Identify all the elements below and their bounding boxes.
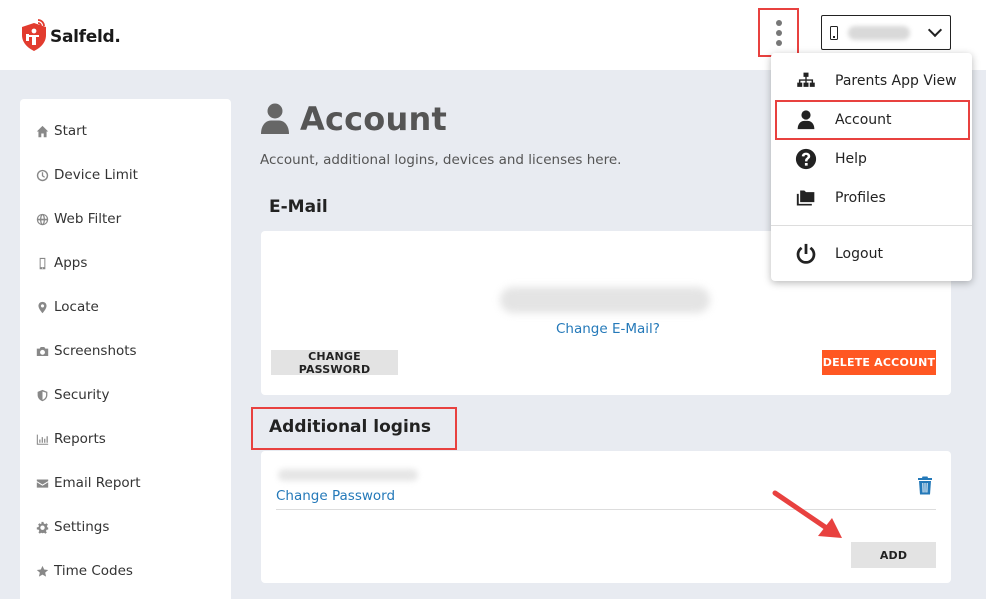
sidebar-item-settings[interactable]: Settings [35,517,109,537]
sidebar-item-label: Screenshots [54,343,137,359]
trash-icon[interactable] [917,476,933,495]
user-icon [261,103,289,134]
folders-icon [794,186,818,210]
kebab-dot-icon [775,39,782,46]
salfeld-logo[interactable]: Salfeld. [20,18,121,52]
sidebar-item-label: Web Filter [54,211,122,227]
sidebar-item-label: Email Report [54,475,141,491]
globe-icon [35,212,49,226]
sidebar-item-label: Reports [54,431,106,447]
envelope-icon [35,476,49,490]
additional-logins-title: Additional logins [269,417,431,437]
sidebar-item-label: Time Codes [54,563,133,579]
sidebar: Start Device Limit Web Filter Apps Locat… [20,99,231,599]
sidebar-item-web-filter[interactable]: Web Filter [35,209,121,229]
kebab-dot-icon [775,19,782,26]
sitemap-icon [794,69,818,93]
sidebar-item-email-report[interactable]: Email Report [35,473,141,493]
star-icon [35,564,49,578]
sidebar-item-time-codes[interactable]: Time Codes [35,561,133,581]
gear-icon [35,520,49,534]
sidebar-item-label: Settings [54,519,110,535]
menu-item-label: Logout [835,246,883,262]
page-title-text: Account [300,100,447,138]
change-password-button[interactable]: CHANGE PASSWORD [271,350,398,376]
camera-icon [35,344,49,358]
menu-item-label: Help [835,151,867,167]
home-icon [35,124,49,138]
chevron-down-icon [927,22,943,38]
page-title: Account [260,100,447,138]
more-options-button[interactable] [758,8,799,57]
clock-icon [35,168,49,182]
change-password-link[interactable]: Change Password [276,488,395,504]
menu-item-logout[interactable]: Logout [771,235,972,273]
account-dropdown-menu: Parents App View Account Help Profiles L… [771,53,972,281]
sidebar-item-device-limit[interactable]: Device Limit [35,165,138,185]
menu-divider [771,225,972,226]
power-icon [794,242,818,266]
mobile-icon [35,256,49,270]
sidebar-item-screenshots[interactable]: Screenshots [35,341,137,361]
menu-item-help[interactable]: Help [771,140,972,178]
sidebar-item-security[interactable]: Security [35,385,109,405]
page-subtitle: Account, additional logins, devices and … [260,152,622,168]
menu-item-label: Profiles [835,190,886,206]
bar-chart-icon [35,432,49,446]
sidebar-item-apps[interactable]: Apps [35,253,87,273]
sidebar-item-label: Device Limit [54,167,138,183]
kebab-dot-icon [775,29,782,36]
sidebar-item-label: Security [54,387,110,403]
sidebar-item-start[interactable]: Start [35,121,87,141]
change-email-link[interactable]: Change E-Mail? [556,321,660,337]
sidebar-item-locate[interactable]: Locate [35,297,99,317]
account-menu-highlight [775,100,970,140]
menu-item-profiles[interactable]: Profiles [771,179,972,217]
delete-account-button[interactable]: DELETE ACCOUNT [822,350,936,375]
sidebar-item-label: Locate [54,299,99,315]
login-email-redacted [278,469,418,481]
shield-icon [35,388,49,402]
map-marker-icon [35,300,49,314]
email-section-title: E-Mail [269,197,328,217]
sidebar-item-label: Start [54,123,87,139]
shield-logo-icon [22,19,46,51]
device-selector[interactable] [821,15,951,50]
menu-item-label: Parents App View [835,73,957,89]
logo-text: Salfeld. [50,27,121,47]
sidebar-item-label: Apps [54,255,88,271]
mobile-phone-icon [830,25,838,40]
menu-item-parents-app-view[interactable]: Parents App View [771,62,972,100]
add-login-button[interactable]: ADD [851,542,936,568]
sidebar-item-reports[interactable]: Reports [35,429,106,449]
device-name-redacted [848,25,910,40]
email-address-redacted [500,287,710,313]
red-arrow-annotation [772,490,842,538]
question-circle-icon [794,147,818,171]
